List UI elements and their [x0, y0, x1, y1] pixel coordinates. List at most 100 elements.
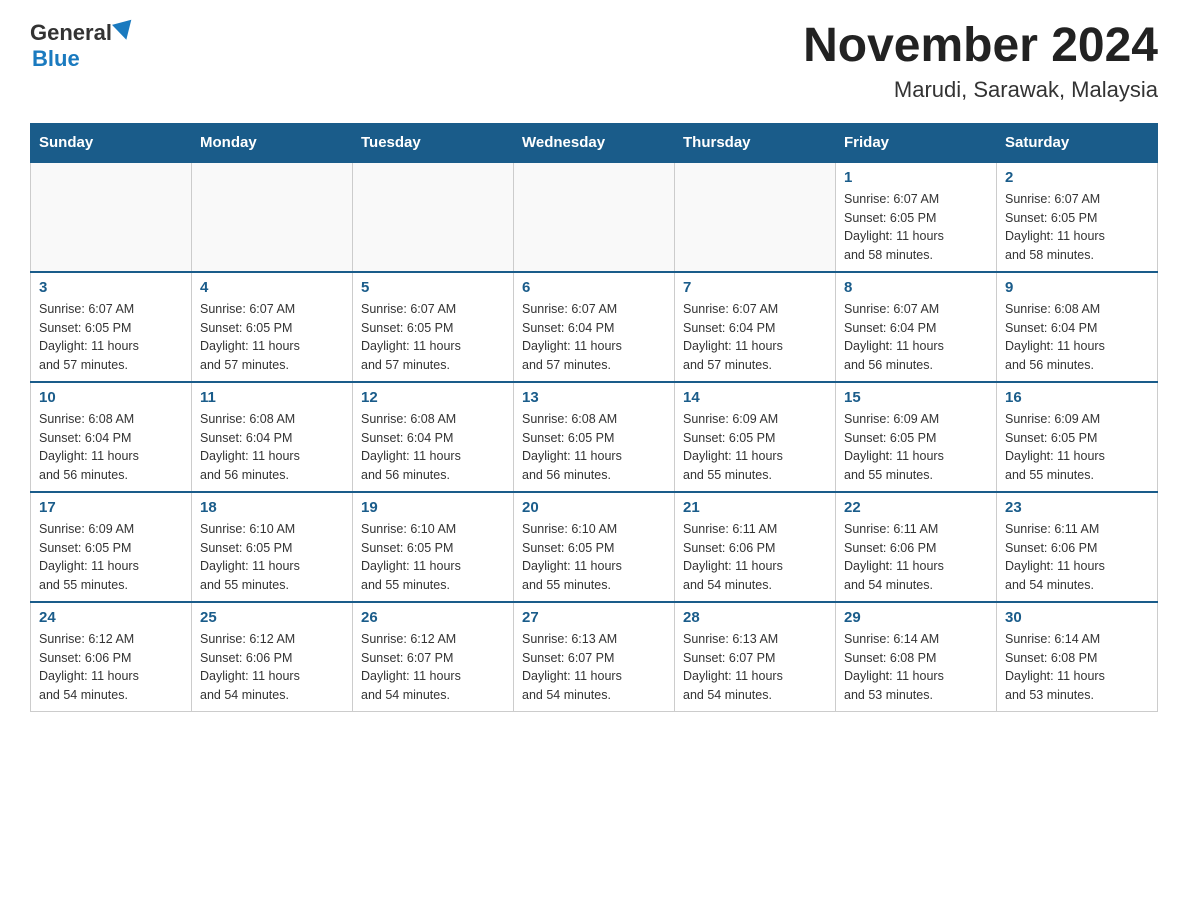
calendar-cell: 17 Sunrise: 6:09 AMSunset: 6:05 PMDayligh…: [31, 492, 192, 602]
calendar-cell: 16Sunrise: 6:09 AMSunset: 6:05 PMDayligh…: [997, 382, 1158, 492]
logo-blue-text: Blue: [32, 46, 80, 72]
calendar-cell: [514, 162, 675, 272]
day-info: Sunrise: 6:08 AMSunset: 6:04 PMDaylight:…: [361, 410, 505, 485]
logo-triangle-icon: [112, 20, 136, 43]
calendar-cell: 19 Sunrise: 6:10 AMSunset: 6:05 PMDayligh…: [353, 492, 514, 602]
day-number: 30: [1005, 609, 1149, 626]
day-info: Sunrise: 6:07 AMSunset: 6:04 PMDaylight:…: [844, 300, 988, 375]
weekday-header-monday: Monday: [192, 123, 353, 162]
day-number: 10: [39, 389, 183, 406]
day-number: 28: [683, 609, 827, 626]
day-number: 26: [361, 609, 505, 626]
day-info: Sunrise: 6:08 AMSunset: 6:05 PMDaylight:…: [522, 410, 666, 485]
calendar-cell: 7 Sunrise: 6:07 AMSunset: 6:04 PMDaylight…: [675, 272, 836, 382]
day-info: Sunrise: 6:07 AMSunset: 6:05 PMDaylight:…: [1005, 190, 1149, 265]
weekday-header-tuesday: Tuesday: [353, 123, 514, 162]
day-info: Sunrise: 6:09 AMSunset: 6:05 PMDaylight:…: [1005, 410, 1149, 485]
calendar-cell: 20 Sunrise: 6:10 AMSunset: 6:05 PMDayligh…: [514, 492, 675, 602]
calendar-week-row: 24 Sunrise: 6:12 AMSunset: 6:06 PMDayligh…: [31, 602, 1158, 712]
day-number: 23: [1005, 499, 1149, 516]
day-info: Sunrise: 6:07 AMSunset: 6:04 PMDaylight:…: [683, 300, 827, 375]
day-number: 21: [683, 499, 827, 516]
day-number: 6: [522, 279, 666, 296]
calendar-week-row: 10 Sunrise: 6:08 AMSunset: 6:04 PMDayligh…: [31, 382, 1158, 492]
calendar-cell: 28 Sunrise: 6:13 AMSunset: 6:07 PMDayligh…: [675, 602, 836, 712]
day-info: Sunrise: 6:11 AMSunset: 6:06 PMDaylight:…: [683, 520, 827, 595]
calendar-cell: 22 Sunrise: 6:11 AMSunset: 6:06 PMDayligh…: [836, 492, 997, 602]
day-number: 5: [361, 279, 505, 296]
calendar-cell: 30 Sunrise: 6:14 AMSunset: 6:08 PMDayligh…: [997, 602, 1158, 712]
calendar-table: SundayMondayTuesdayWednesdayThursdayFrid…: [30, 123, 1158, 712]
calendar-cell: 9 Sunrise: 6:08 AMSunset: 6:04 PMDaylight…: [997, 272, 1158, 382]
day-info: Sunrise: 6:10 AMSunset: 6:05 PMDaylight:…: [200, 520, 344, 595]
day-number: 24: [39, 609, 183, 626]
calendar-cell: 3 Sunrise: 6:07 AMSunset: 6:05 PMDaylight…: [31, 272, 192, 382]
day-number: 11: [200, 389, 344, 406]
day-number: 27: [522, 609, 666, 626]
day-number: 14: [683, 389, 827, 406]
location-title: Marudi, Sarawak, Malaysia: [803, 77, 1158, 103]
day-info: Sunrise: 6:12 AMSunset: 6:06 PMDaylight:…: [200, 630, 344, 705]
calendar-cell: 6Sunrise: 6:07 AMSunset: 6:04 PMDaylight…: [514, 272, 675, 382]
calendar-cell: 2 Sunrise: 6:07 AMSunset: 6:05 PMDaylight…: [997, 162, 1158, 272]
day-info: Sunrise: 6:07 AMSunset: 6:05 PMDaylight:…: [39, 300, 183, 375]
day-number: 8: [844, 279, 988, 296]
calendar-cell: 4Sunrise: 6:07 AMSunset: 6:05 PMDaylight…: [192, 272, 353, 382]
day-number: 20: [522, 499, 666, 516]
day-number: 4: [200, 279, 344, 296]
calendar-week-row: 3 Sunrise: 6:07 AMSunset: 6:05 PMDaylight…: [31, 272, 1158, 382]
day-info: Sunrise: 6:08 AMSunset: 6:04 PMDaylight:…: [39, 410, 183, 485]
day-number: 9: [1005, 279, 1149, 296]
calendar-cell: 24Sunrise: 6:12 AMSunset: 6:06 PMDayligh…: [31, 602, 192, 712]
day-info: Sunrise: 6:07 AMSunset: 6:05 PMDaylight:…: [844, 190, 988, 265]
day-info: Sunrise: 6:10 AMSunset: 6:05 PMDaylight:…: [522, 520, 666, 595]
weekday-header-saturday: Saturday: [997, 123, 1158, 162]
calendar-cell: 27Sunrise: 6:13 AMSunset: 6:07 PMDayligh…: [514, 602, 675, 712]
day-info: Sunrise: 6:11 AMSunset: 6:06 PMDaylight:…: [1005, 520, 1149, 595]
calendar-cell: 15Sunrise: 6:09 AMSunset: 6:05 PMDayligh…: [836, 382, 997, 492]
calendar-cell: [353, 162, 514, 272]
calendar-cell: 12 Sunrise: 6:08 AMSunset: 6:04 PMDayligh…: [353, 382, 514, 492]
day-number: 18: [200, 499, 344, 516]
day-number: 19: [361, 499, 505, 516]
day-info: Sunrise: 6:08 AMSunset: 6:04 PMDaylight:…: [200, 410, 344, 485]
calendar-cell: 5 Sunrise: 6:07 AMSunset: 6:05 PMDaylight…: [353, 272, 514, 382]
day-number: 2: [1005, 169, 1149, 186]
day-info: Sunrise: 6:09 AMSunset: 6:05 PMDaylight:…: [39, 520, 183, 595]
weekday-header-thursday: Thursday: [675, 123, 836, 162]
day-number: 12: [361, 389, 505, 406]
day-number: 15: [844, 389, 988, 406]
day-number: 7: [683, 279, 827, 296]
weekday-header-wednesday: Wednesday: [514, 123, 675, 162]
calendar-cell: 11 Sunrise: 6:08 AMSunset: 6:04 PMDayligh…: [192, 382, 353, 492]
calendar-cell: 10 Sunrise: 6:08 AMSunset: 6:04 PMDayligh…: [31, 382, 192, 492]
day-info: Sunrise: 6:09 AMSunset: 6:05 PMDaylight:…: [683, 410, 827, 485]
calendar-cell: 14 Sunrise: 6:09 AMSunset: 6:05 PMDayligh…: [675, 382, 836, 492]
day-info: Sunrise: 6:08 AMSunset: 6:04 PMDaylight:…: [1005, 300, 1149, 375]
calendar-cell: [192, 162, 353, 272]
day-info: Sunrise: 6:14 AMSunset: 6:08 PMDaylight:…: [844, 630, 988, 705]
calendar-cell: 18 Sunrise: 6:10 AMSunset: 6:05 PMDayligh…: [192, 492, 353, 602]
page-header: General Blue November 2024 Marudi, Saraw…: [30, 20, 1158, 103]
day-number: 13: [522, 389, 666, 406]
day-info: Sunrise: 6:10 AMSunset: 6:05 PMDaylight:…: [361, 520, 505, 595]
day-info: Sunrise: 6:13 AMSunset: 6:07 PMDaylight:…: [683, 630, 827, 705]
day-number: 25: [200, 609, 344, 626]
calendar-cell: [31, 162, 192, 272]
calendar-cell: 23 Sunrise: 6:11 AMSunset: 6:06 PMDayligh…: [997, 492, 1158, 602]
logo-general-text: General: [30, 20, 112, 46]
day-number: 17: [39, 499, 183, 516]
calendar-cell: 13 Sunrise: 6:08 AMSunset: 6:05 PMDayligh…: [514, 382, 675, 492]
calendar-cell: 25 Sunrise: 6:12 AMSunset: 6:06 PMDayligh…: [192, 602, 353, 712]
day-number: 1: [844, 169, 988, 186]
day-info: Sunrise: 6:14 AMSunset: 6:08 PMDaylight:…: [1005, 630, 1149, 705]
logo: General Blue: [30, 20, 134, 72]
day-number: 22: [844, 499, 988, 516]
day-info: Sunrise: 6:11 AMSunset: 6:06 PMDaylight:…: [844, 520, 988, 595]
calendar-week-row: 1 Sunrise: 6:07 AMSunset: 6:05 PMDaylight…: [31, 162, 1158, 272]
day-info: Sunrise: 6:07 AMSunset: 6:05 PMDaylight:…: [361, 300, 505, 375]
calendar-cell: 8 Sunrise: 6:07 AMSunset: 6:04 PMDaylight…: [836, 272, 997, 382]
calendar-cell: 21 Sunrise: 6:11 AMSunset: 6:06 PMDayligh…: [675, 492, 836, 602]
day-number: 29: [844, 609, 988, 626]
day-number: 3: [39, 279, 183, 296]
